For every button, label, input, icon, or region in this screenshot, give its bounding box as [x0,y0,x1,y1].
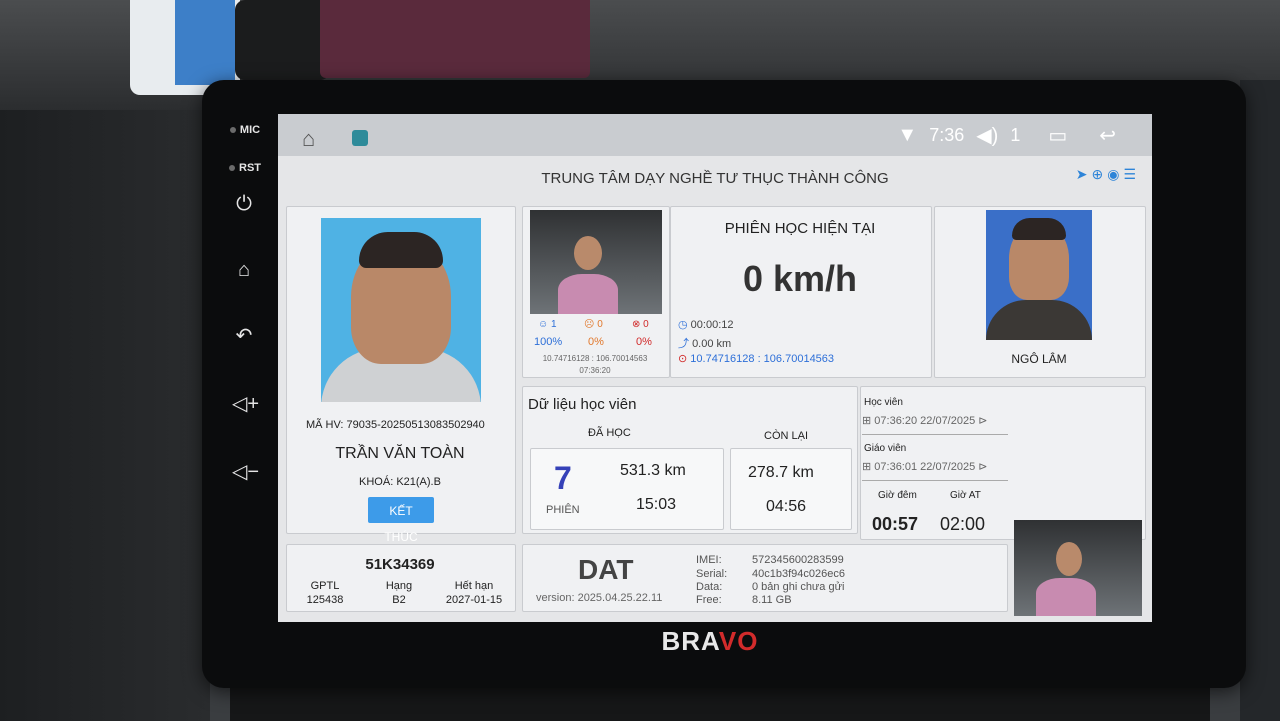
status-bar: ⌂ ▼ 7:36 ◀) 1 ▭ ↩ [278,114,1152,156]
teacher-name: NGÔ LÂM [1011,352,1067,366]
imei-label: IMEI: [696,554,722,566]
face-coords: 10.74716128 : 106.70014563 [542,354,648,363]
night-hours-label: Giờ đêm [878,490,917,501]
gptl-label: GPTL [310,580,340,592]
hang-value: B2 [392,594,406,606]
face-ok-pct: 100% [534,336,563,348]
status-time: 7:36 [929,125,965,145]
rst-label[interactable]: RST [220,162,270,174]
face-fail-pct: 0% [636,336,652,348]
student-login-label: Học viên [864,397,903,408]
free-value: 8.11 GB [752,594,792,606]
screen: ⌂ ▼ 7:36 ◀) 1 ▭ ↩ TRUNG TÂM DẠY NGHỀ TƯ … [278,114,1152,622]
data-label: Data: [696,581,723,593]
dashboard-right [1240,80,1280,721]
recent-apps-icon[interactable]: ▭ [1048,123,1067,148]
power-icon[interactable]: ⏻ [232,192,256,216]
sessions-label: PHIÊN [546,504,580,516]
device-name: DAT [578,554,634,585]
home-icon[interactable]: ⌂ [232,258,256,282]
student-login-field[interactable]: ⊞ 07:36:20 22/07/2025 ⊳ [862,414,1008,435]
mic-label: MIC [220,124,270,136]
volume-level: 1 [1010,125,1021,145]
driver-camera [530,210,662,314]
back-arrow-icon[interactable]: ↩ [1099,123,1116,148]
done-label: ĐÃ HỌC [588,427,631,439]
student-id: MÃ HV: 79035-20250513083502940 [306,419,485,431]
night-hours-value: 00:57 [872,514,919,534]
at-hours-label: Giờ AT [950,490,981,501]
expiry-label: Hết hạn [454,580,494,592]
face-warn-count: ☹ 0 [584,319,603,330]
volume-down-icon[interactable]: ◁− [232,460,259,484]
serial-label: Serial: [696,568,728,580]
session-title: PHIÊN HỌC HIỆN TẠI [724,220,876,237]
student-name: TRẦN VĂN TOÀN [335,445,465,462]
remaining-box [730,448,852,530]
gptl-value: 125438 [306,594,344,606]
header-icons[interactable]: ➤⊕◉☰ [1076,166,1140,183]
volume-icon[interactable]: ◀) [976,123,998,148]
end-session-button[interactable]: KẾT THÚC [368,497,434,544]
device-version: version: 2025.04.25.22.11 [536,592,663,604]
session-duration: ◷ 00:00:12 [678,319,734,331]
student-photo [321,218,481,402]
sessions-count: 7 [554,460,572,496]
vehicle-plate: 51K34369 [365,556,435,573]
study-title: Dữ liệu học viên [528,396,637,413]
hang-label: Hạng [385,580,413,592]
home-outline-icon[interactable]: ⌂ [302,126,315,152]
face-fail-count: ⊗ 0 [632,319,649,330]
center-title: TRUNG TÂM DẠY NGHỀ TƯ THỤC THÀNH CÔNG [541,170,889,187]
done-time: 15:03 [636,496,677,513]
tissue-box [320,0,590,78]
face-ok-count: ☺ 1 [538,319,557,330]
face-time: 07:36:20 [579,366,611,375]
teacher-login-label: Giáo viên [864,443,907,454]
data-value: 0 bản ghi chưa gửi [752,581,845,593]
session-speed: 0 km/h [742,258,858,299]
teacher-login-field[interactable]: ⊞ 07:36:01 22/07/2025 ⊳ [862,460,1008,481]
done-km: 531.3 km [620,462,686,479]
phone-mount [235,0,330,80]
remaining-time: 04:56 [766,498,807,515]
volume-up-icon[interactable]: ◁+ [232,392,259,416]
teacher-photo [986,210,1092,340]
session-gps: ⊙ 10.74716128 : 106.70014563 [678,353,835,365]
wifi-icon: ▼ [897,124,918,146]
remaining-label: CÒN LẠI [764,430,809,442]
back-icon[interactable]: ↶ [232,324,256,348]
session-distance: ⤴ 0.00 km [678,338,732,350]
cabin-camera [1014,520,1142,616]
at-hours-value: 02:00 [940,514,986,534]
remaining-km: 278.7 km [748,464,814,481]
face-warn-pct: 0% [588,336,604,348]
imei-value: 572345600283599 [752,554,844,566]
brand-logo: BRAVO [661,626,759,656]
expiry-value: 2027-01-15 [445,594,503,606]
student-course: KHOÁ: K21(A).B [359,476,441,488]
dashboard-left [0,110,210,721]
free-label: Free: [696,594,722,606]
app-icon[interactable] [352,130,368,146]
serial-value: 40c1b3f94c026ec6 [752,568,845,580]
